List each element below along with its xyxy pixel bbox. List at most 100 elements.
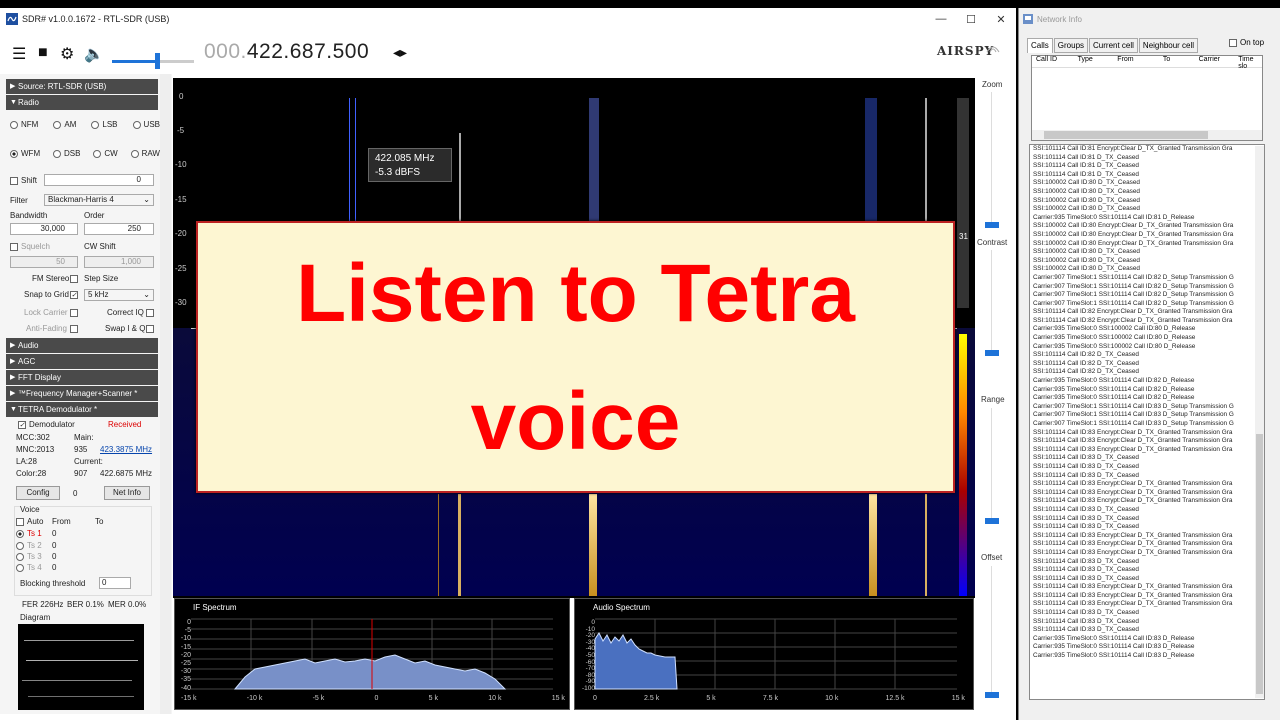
mode-wfm-label: WFM [21,149,41,158]
log-line: SSI:100002 Call ID:80 D_TX_Ceased [1033,187,1140,195]
log-line: Carrier:935 TimeSlot:0 SSI:100002 Call I… [1033,325,1196,333]
volume-slider-knob[interactable] [155,53,161,69]
demodulator-checkbox[interactable]: ✓ Demodulator [18,420,75,429]
shift-input[interactable]: 0 [44,174,154,186]
frequency-display[interactable]: 000.422.687.500 [204,40,369,64]
log-line: Carrier:935 TimeSlot:0 SSI:101114 Call I… [1033,643,1195,651]
net-info-button[interactable]: Net Info [104,486,150,500]
section-source[interactable]: ▶ Source: RTL-SDR (USB) [6,79,158,94]
mode-lsb-label: LSB [102,120,118,129]
speaker-icon[interactable]: 🔈 [84,44,104,64]
if-x-tick: 5 k [428,695,438,702]
audio-x-tick: 0 [593,695,597,702]
log-scrollbar-thumb[interactable] [1256,434,1263,694]
mode-usb[interactable]: USB [132,120,160,129]
log-line: SSI:101114 Call ID:83 D_TX_Ceased [1033,471,1139,479]
range-slider-knob[interactable] [985,518,999,524]
on-top-checkbox[interactable]: On top [1229,38,1264,47]
swap-iq-checkbox[interactable] [146,325,154,333]
section-frequency-manager[interactable]: ▶ ™Frequency Manager+Scanner * [6,386,158,401]
squelch-checkbox[interactable]: Squelch [10,242,50,251]
mode-nfm[interactable]: NFM [10,120,38,129]
stop-icon[interactable]: ■ [38,44,48,62]
color-value: Color:28 [16,469,47,478]
calls-hscrollbar[interactable] [1032,130,1262,140]
contrast-label: Contrast [977,238,1008,247]
minimize-button[interactable]: — [926,13,956,26]
tab-groups[interactable]: Groups [1053,38,1089,53]
audio-x-tick: 12.5 k [885,695,905,702]
main-frequency-link[interactable]: 423.3875 MHz [100,445,152,454]
column-header[interactable]: Carrier [1195,56,1235,67]
frequency-tune-arrows[interactable]: ◂▸ [393,44,407,61]
shift-checkbox[interactable]: Shift [10,176,37,185]
tab-current-cell[interactable]: Current cell [1089,38,1138,53]
log-line: SSI:100002 Call ID:80 D_TX_Ceased [1033,265,1140,273]
contrast-slider-knob[interactable] [985,350,999,356]
if-spectrum-plot [191,618,553,690]
bandwidth-input[interactable]: 30,000 [10,223,78,235]
timeslot-4[interactable]: Ts 4 [16,563,42,572]
log-line: SSI:101114 Call ID:83 D_TX_Ceased [1033,617,1139,625]
column-header[interactable]: Time slo [1234,56,1262,70]
auto-checkbox[interactable]: Auto [16,517,43,526]
panel-scrollbar[interactable] [160,74,171,714]
offset-slider-knob[interactable] [985,692,999,698]
log-line: SSI:100002 Call ID:80 D_TX_Ceased [1033,256,1140,264]
mode-am[interactable]: AM [53,120,76,129]
offset-slider-track[interactable] [991,566,992,692]
zoom-slider-knob[interactable] [985,222,999,228]
step-size-select[interactable]: 5 kHz ⌄ [84,289,154,301]
timeslot-3[interactable]: Ts 3 [16,552,42,561]
section-audio[interactable]: ▶ Audio [6,338,158,353]
fft-y-tick: -20 [175,229,187,238]
mode-wfm[interactable]: WFM [10,149,40,158]
calls-table-header: Call ID Type From To Carrier Time slo [1032,56,1262,70]
filter-select[interactable]: Blackman-Harris 4 ⌄ [44,194,154,206]
column-header[interactable]: Call ID [1032,56,1074,67]
squelch-input[interactable]: 50 [10,256,78,268]
column-header[interactable]: Type [1074,56,1114,67]
display-sliders: Zoom Contrast Range Offset [975,74,1015,714]
mode-raw[interactable]: RAW [130,149,160,158]
cw-shift-input[interactable]: 1,000 [84,256,154,268]
contrast-slider-track[interactable] [991,250,992,350]
config-button[interactable]: Config [16,486,60,500]
column-header[interactable]: From [1113,56,1159,67]
correct-iq-checkbox[interactable] [146,309,154,317]
mode-dsb[interactable]: DSB [53,149,80,158]
fm-stereo-checkbox[interactable] [70,275,78,283]
section-tetra-demodulator[interactable]: ▼ TETRA Demodulator * [6,402,158,417]
gear-icon[interactable]: ⚙ [60,44,74,64]
order-input[interactable]: 250 [84,223,154,235]
section-agc[interactable]: ▶ AGC [6,354,158,369]
timeslot-1[interactable]: Ts 1 [16,529,42,538]
blocking-threshold-input[interactable]: 0 [99,577,131,589]
network-app-icon [1023,14,1033,24]
log-line: SSI:100002 Call ID:80 Encrypt:Clear D_TX… [1033,239,1234,247]
volume-slider[interactable] [112,53,194,69]
mode-lsb[interactable]: LSB [91,120,118,129]
log-line: SSI:101114 Call ID:82 Encrypt:Clear D_TX… [1033,316,1233,324]
log-line: SSI:101114 Call ID:83 Encrypt:Clear D_TX… [1033,591,1233,599]
timeslot-2[interactable]: Ts 2 [16,541,42,550]
log-line: SSI:101114 Call ID:82 D_TX_Ceased [1033,368,1139,376]
column-header[interactable]: To [1159,56,1195,67]
section-fft-display[interactable]: ▶ FFT Display [6,370,158,385]
close-button[interactable]: ✕ [986,13,1016,26]
anti-fading-checkbox[interactable] [70,325,78,333]
maximize-button[interactable]: ☐ [956,13,986,26]
section-radio[interactable]: ▼ Radio [6,95,158,110]
audio-y-tick: -30 [585,638,595,646]
mode-cw[interactable]: CW [93,149,118,158]
volume-slider-fill [112,60,158,63]
range-slider-track[interactable] [991,408,992,518]
zoom-slider-track[interactable] [991,92,992,222]
menu-icon[interactable]: ☰ [12,44,26,64]
snap-to-grid-checkbox[interactable]: ✓ [70,291,78,299]
audio-y-axis: 0 -10 -20 -30 -40 -50 -60 -70 -80 -90 -1… [575,619,595,692]
tab-calls[interactable]: Calls [1027,38,1053,53]
lock-carrier-checkbox[interactable] [70,309,78,317]
log-scrollbar[interactable] [1255,146,1264,698]
tab-neighbour-cell[interactable]: Neighbour cell [1138,38,1199,53]
